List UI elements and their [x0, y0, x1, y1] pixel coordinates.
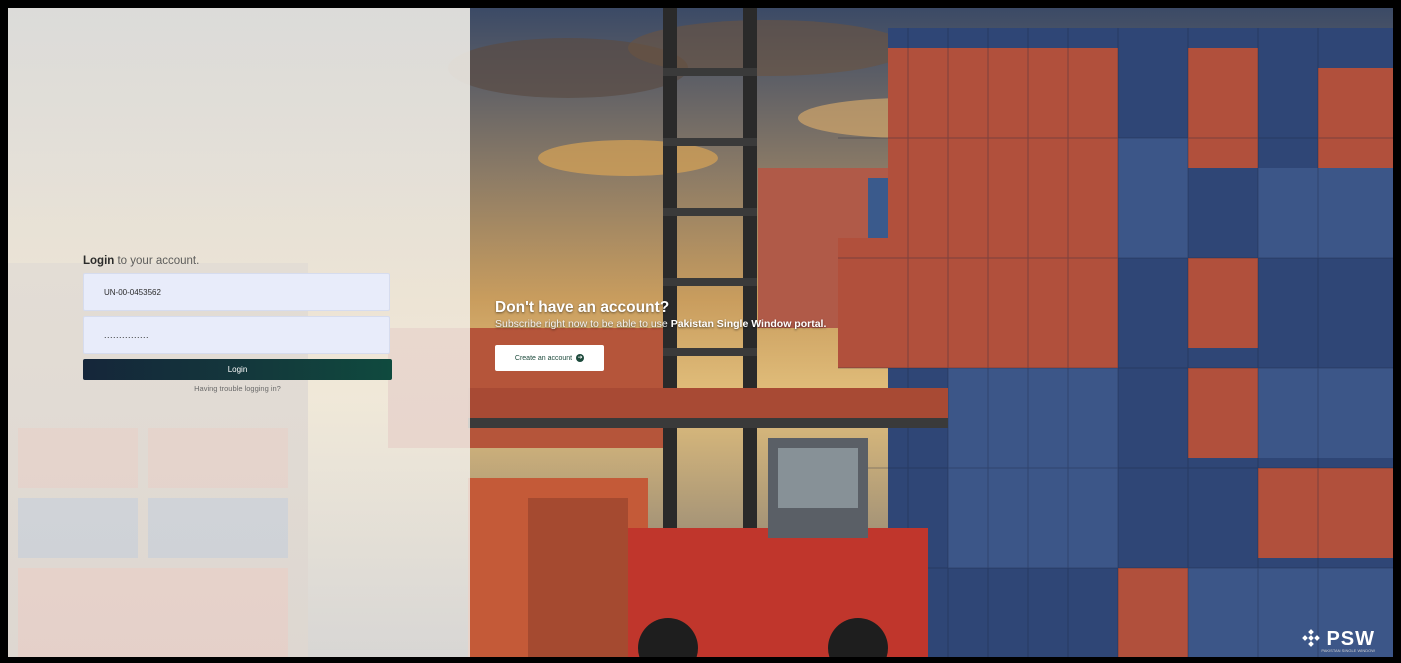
signup-promo: Don't have an account? Subscribe right n… [495, 299, 826, 371]
login-heading: Login to your account. [83, 255, 392, 267]
promo-subtitle-bold: Pakistan Single Window portal. [670, 318, 827, 330]
page-frame: Login to your account. Login Having trou… [8, 8, 1393, 657]
arrow-circle-right-icon: ➜ [576, 354, 585, 362]
trouble-logging-in-link[interactable]: Having trouble logging in? [83, 384, 392, 393]
promo-subtitle: Subscribe right now to be able to use Pa… [495, 318, 826, 330]
psw-logo: PSW PAKISTAN SINGLE WINDOW [1300, 628, 1375, 653]
login-panel: Login to your account. Login Having trou… [8, 8, 470, 657]
create-account-label: Create an account [514, 354, 573, 362]
login-button[interactable]: Login [83, 359, 392, 380]
promo-title: Don't have an account? [495, 299, 670, 316]
password-field[interactable] [83, 316, 390, 354]
login-heading-bold: Login [83, 255, 115, 267]
promo-subtitle-text: Subscribe right now to be able to use [495, 318, 671, 330]
login-form: Login to your account. Login Having trou… [83, 255, 392, 393]
login-heading-text: to your account. [114, 255, 200, 267]
psw-dots-icon [1302, 628, 1321, 647]
create-account-button[interactable]: Create an account ➜ [495, 345, 604, 371]
user-id-field[interactable] [83, 273, 390, 311]
logo-tagline: PAKISTAN SINGLE WINDOW [1321, 648, 1375, 653]
